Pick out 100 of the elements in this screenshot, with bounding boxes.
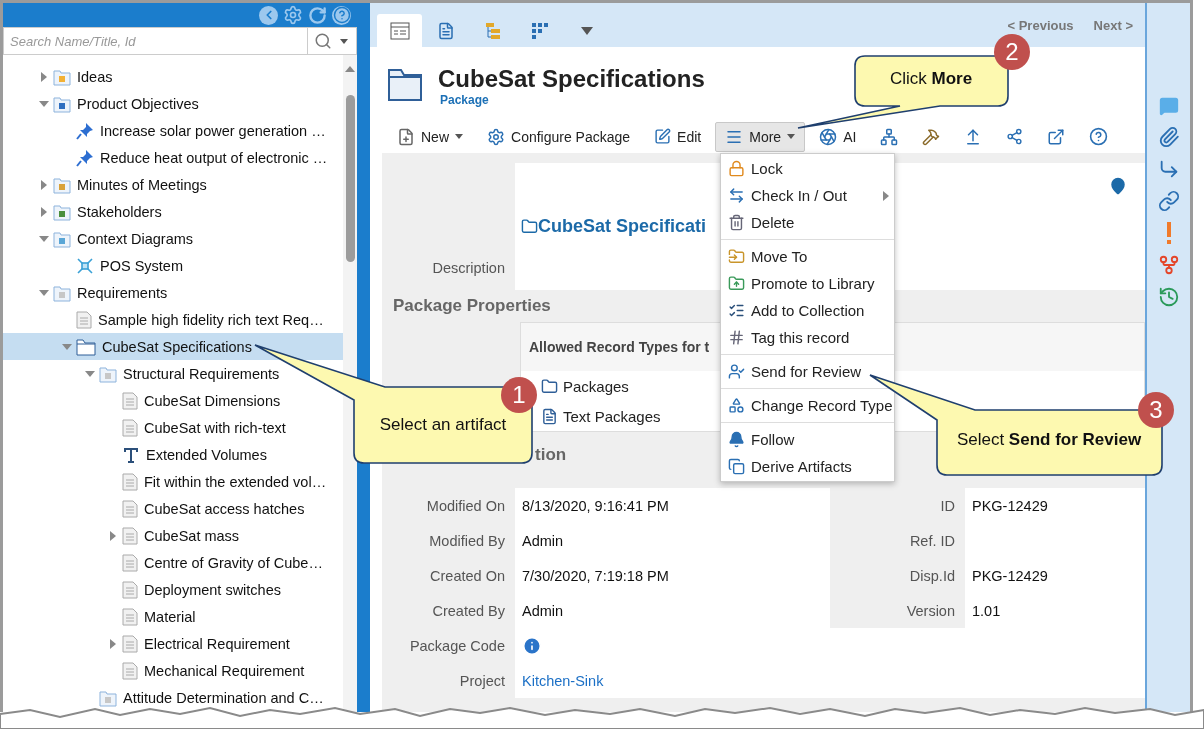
tree-item[interactable]: Mechanical Requirement bbox=[104, 657, 305, 684]
external-link-icon bbox=[1047, 127, 1066, 146]
expand-arrow-icon[interactable] bbox=[41, 206, 47, 217]
comment-icon[interactable] bbox=[1158, 96, 1179, 116]
document-icon bbox=[122, 418, 138, 437]
field-label: Version bbox=[906, 602, 956, 619]
folder-icon bbox=[99, 364, 117, 383]
tree-item[interactable]: Electrical Requirement bbox=[104, 630, 290, 657]
menu-item[interactable]: Tag this record bbox=[721, 324, 894, 351]
tree-item[interactable]: Centre of Gravity of Cube… bbox=[104, 549, 323, 576]
back-icon[interactable] bbox=[259, 5, 278, 25]
field-value: PKG-12429 bbox=[971, 497, 1048, 514]
tree-item[interactable]: Stakeholders bbox=[35, 198, 162, 225]
expand-arrow-icon[interactable] bbox=[110, 530, 116, 541]
search-icon bbox=[314, 32, 332, 50]
toolbar-button[interactable]: AI bbox=[809, 121, 867, 152]
folder-icon bbox=[99, 688, 117, 707]
menu-item[interactable]: Move To bbox=[721, 243, 894, 270]
menu-item[interactable]: Lock bbox=[721, 155, 894, 182]
toolbar-button[interactable]: Edit bbox=[644, 121, 712, 152]
help-icon[interactable] bbox=[332, 5, 351, 25]
document-icon bbox=[122, 607, 138, 626]
menu-item[interactable]: Check In / Out bbox=[721, 182, 894, 209]
folder-icon bbox=[728, 275, 745, 292]
project-link[interactable]: Kitchen-Sink bbox=[515, 672, 604, 689]
tree-item[interactable]: Structural Requirements bbox=[81, 360, 280, 387]
text-icon bbox=[122, 445, 140, 464]
aperture-icon bbox=[819, 127, 838, 146]
document-icon bbox=[122, 553, 138, 572]
map-pin-icon[interactable] bbox=[1109, 177, 1127, 195]
folder-icon bbox=[521, 218, 538, 235]
tree-item[interactable]: CubeSat Specifications bbox=[58, 333, 252, 360]
search-field[interactable]: Search Name/Title, Id bbox=[3, 27, 307, 55]
previous-link[interactable]: < Previous bbox=[1007, 17, 1074, 33]
grid-icon bbox=[530, 21, 549, 40]
callout-text: Select an artifact bbox=[379, 415, 507, 435]
menu-item[interactable]: Derive Artifacts bbox=[721, 453, 894, 480]
tree-item[interactable]: CubeSat Dimensions bbox=[104, 387, 281, 414]
paperclip-icon[interactable] bbox=[1157, 126, 1180, 148]
diagram-icon bbox=[76, 256, 94, 275]
tree-item[interactable]: Sample high fidelity rich text Req… bbox=[58, 306, 324, 333]
tree-item[interactable]: Material bbox=[104, 603, 196, 630]
caret-icon bbox=[340, 38, 348, 44]
search-button[interactable] bbox=[307, 27, 357, 55]
field-label: Package Code bbox=[409, 637, 506, 654]
tree-item[interactable]: Minutes of Meetings bbox=[35, 171, 207, 198]
callout-text: Select Send for Review bbox=[956, 430, 1142, 450]
expand-arrow-icon[interactable] bbox=[110, 638, 116, 649]
menu-item[interactable]: Change Record Type bbox=[721, 392, 894, 419]
hammer-icon bbox=[922, 127, 941, 146]
menu-item[interactable]: Add to Collection bbox=[721, 297, 894, 324]
folder-icon bbox=[53, 94, 71, 113]
next-link[interactable]: Next > bbox=[1093, 17, 1133, 33]
menu-item[interactable]: Delete bbox=[721, 209, 894, 236]
toolbar-button[interactable]: Configure Package bbox=[477, 121, 641, 152]
tree-item[interactable]: Increase solar power generation … bbox=[58, 117, 326, 144]
edit-icon bbox=[654, 128, 672, 145]
tree-item[interactable]: Context Diagrams bbox=[35, 225, 194, 252]
folder-icon bbox=[53, 67, 71, 86]
folder-icon bbox=[541, 377, 558, 395]
expand-arrow-icon[interactable] bbox=[41, 179, 47, 190]
menu-item[interactable]: Promote to Library bbox=[721, 270, 894, 297]
tree-item[interactable]: Product Objectives bbox=[35, 90, 199, 117]
folder-icon bbox=[53, 202, 71, 221]
document-icon bbox=[122, 580, 138, 599]
tree-item[interactable]: CubeSat mass bbox=[104, 522, 240, 549]
scrollbar-thumb[interactable] bbox=[346, 95, 355, 262]
field-value: 1.01 bbox=[971, 602, 1001, 619]
tree-item[interactable]: Attitude Determination and C… bbox=[81, 684, 324, 711]
tree-item[interactable]: Requirements bbox=[35, 279, 168, 306]
folder-icon bbox=[388, 67, 422, 101]
field-label: ID bbox=[940, 497, 956, 514]
toolbar-button[interactable]: More bbox=[715, 121, 806, 152]
menu-item[interactable]: Follow bbox=[721, 426, 894, 453]
field-value: 7/30/2020, 7:19:18 PM bbox=[521, 567, 669, 584]
tree-item[interactable]: Extended Volumes bbox=[104, 441, 267, 468]
refresh-icon[interactable] bbox=[308, 5, 327, 25]
tree-item[interactable]: CubeSat access hatches bbox=[104, 495, 305, 522]
pin-icon bbox=[76, 148, 94, 167]
trash-icon bbox=[728, 214, 745, 231]
toolbar-button[interactable]: New bbox=[387, 121, 473, 152]
split-arrow-icon[interactable] bbox=[1157, 254, 1180, 276]
expand-arrow-icon[interactable] bbox=[41, 71, 47, 82]
link-icon[interactable] bbox=[1157, 190, 1180, 212]
tree-item[interactable]: CubeSat with rich-text bbox=[104, 414, 286, 441]
exclamation-icon[interactable] bbox=[1165, 222, 1172, 244]
history-icon[interactable] bbox=[1157, 286, 1180, 308]
shapes-icon bbox=[728, 397, 745, 414]
document-icon bbox=[541, 407, 558, 425]
tree-item[interactable]: Deployment switches bbox=[104, 576, 281, 603]
tree-item[interactable]: Reduce heat output of electronic … bbox=[58, 144, 328, 171]
page-title: CubeSat Specifications bbox=[438, 65, 705, 93]
window-icon bbox=[389, 21, 410, 40]
info-icon[interactable] bbox=[522, 635, 542, 656]
tree-item[interactable]: Fit within the extended vol… bbox=[104, 468, 327, 495]
tree-item[interactable]: POS System bbox=[58, 252, 183, 279]
field-value: Admin bbox=[521, 532, 564, 549]
tree-item[interactable]: Ideas bbox=[35, 63, 113, 90]
menu-item[interactable]: Send for Review bbox=[721, 358, 894, 385]
settings-icon[interactable] bbox=[283, 5, 303, 25]
